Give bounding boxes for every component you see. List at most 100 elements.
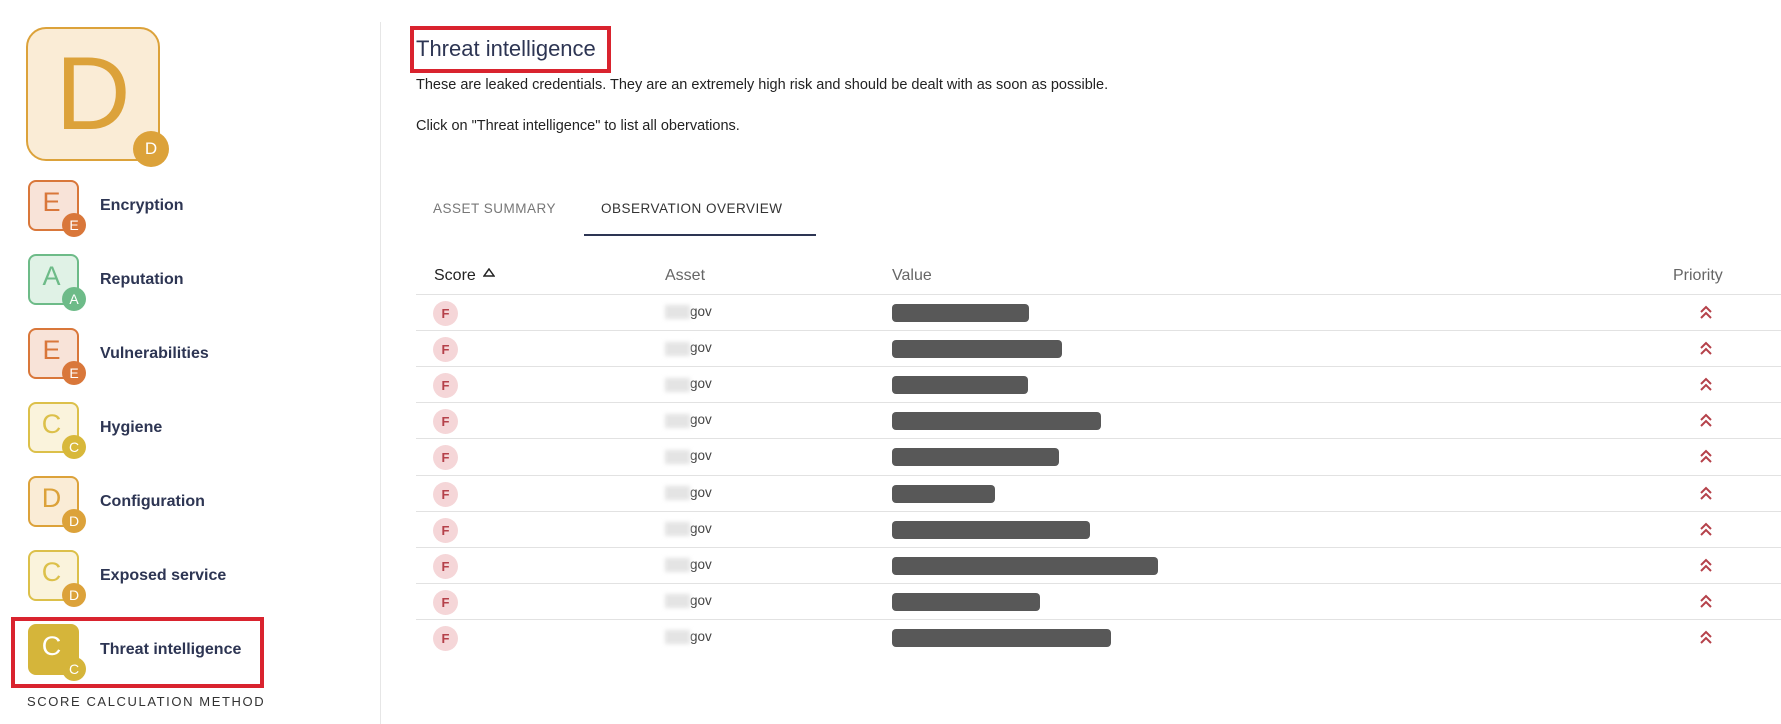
grade-letter: D	[41, 483, 62, 513]
table-row[interactable]: F gov	[416, 510, 1781, 547]
redacted-value	[892, 484, 995, 503]
asset-cell: gov	[665, 592, 712, 609]
redacted-asset-prefix	[665, 630, 690, 645]
score-badge: F	[433, 625, 458, 651]
priority-high-icon	[1700, 486, 1712, 500]
sidebar-item-label: Exposed service	[100, 567, 227, 584]
redacted-asset-prefix	[665, 522, 690, 537]
table-row[interactable]: F gov	[416, 474, 1781, 511]
asset-cell: gov	[665, 628, 712, 645]
asset-suffix: gov	[690, 412, 712, 428]
table-row[interactable]: F gov	[416, 582, 1781, 619]
asset-suffix: gov	[690, 556, 712, 572]
tab-observation-overview[interactable]: OBSERVATION OVERVIEW	[601, 201, 783, 216]
asset-suffix: gov	[690, 628, 712, 644]
redacted-asset-prefix	[665, 341, 690, 356]
redacted-value	[892, 412, 1101, 431]
asset-cell: gov	[665, 412, 712, 428]
column-header-priority[interactable]: Priority	[1673, 267, 1723, 285]
redacted-value	[892, 340, 1062, 359]
redacted-asset-prefix	[665, 305, 690, 320]
description: These are leaked credentials. They are a…	[416, 77, 1109, 93]
score-badge: F	[433, 481, 458, 507]
grade-badge: D	[62, 583, 86, 607]
column-header-asset[interactable]: Asset	[665, 267, 705, 285]
priority-high-icon	[1700, 305, 1712, 319]
score-header-label: Score	[434, 267, 476, 284]
divider	[380, 22, 381, 724]
sidebar-item-encryption[interactable]: E E Encryption	[28, 180, 278, 237]
score-badge: F	[433, 445, 458, 471]
sidebar-item-configuration[interactable]: D D Configuration	[28, 476, 278, 533]
table-row[interactable]: F gov	[416, 402, 1781, 438]
asset-cell: gov	[665, 304, 712, 320]
score-badge: F	[433, 301, 458, 326]
grade-letter: A	[42, 261, 61, 291]
table-row[interactable]: F gov	[416, 438, 1781, 474]
sidebar-item-vulnerabilities[interactable]: E E Vulnerabilities	[28, 328, 278, 385]
column-header-value[interactable]: Value	[892, 267, 932, 285]
grade-letter: C	[41, 557, 62, 587]
grade-badge: C	[62, 435, 86, 459]
tab-asset-summary[interactable]: ASSET SUMMARY	[433, 201, 556, 216]
table-row[interactable]: F gov	[416, 294, 1781, 330]
highlight-box-title	[410, 26, 611, 73]
redacted-asset-prefix	[665, 594, 690, 609]
redacted-value	[892, 304, 1029, 322]
redacted-asset-prefix	[665, 449, 690, 464]
sidebar-item-label: Configuration	[100, 493, 205, 510]
asset-cell: gov	[665, 340, 712, 356]
sidebar-item-label: Vulnerabilities	[100, 345, 209, 362]
table-row[interactable]: F gov	[416, 618, 1781, 655]
priority-high-icon	[1700, 558, 1712, 572]
asset-cell: gov	[665, 520, 712, 537]
asset-cell: gov	[665, 556, 712, 573]
asset-suffix: gov	[690, 592, 712, 608]
asset-cell: gov	[665, 376, 712, 392]
redacted-value	[892, 628, 1111, 647]
active-tab-indicator	[584, 234, 816, 236]
redacted-value	[892, 592, 1040, 611]
table-row[interactable]: F gov	[416, 546, 1781, 583]
asset-cell: gov	[665, 485, 712, 500]
table-row[interactable]: F gov	[416, 366, 1781, 402]
asset-suffix: gov	[690, 448, 712, 464]
sidebar-item-label: Hygiene	[100, 419, 163, 436]
overall-grade: D	[55, 36, 131, 152]
score-badge: F	[433, 589, 458, 615]
score-badge: F	[433, 373, 458, 399]
table-row[interactable]: F gov	[416, 330, 1781, 366]
priority-high-icon	[1700, 522, 1712, 536]
sidebar-item-reputation[interactable]: A A Reputation	[28, 254, 278, 311]
priority-high-icon	[1700, 594, 1712, 608]
grade-letter: E	[42, 335, 61, 365]
redacted-asset-prefix	[665, 377, 690, 392]
grade-badge: E	[62, 361, 86, 385]
redacted-value	[892, 376, 1028, 395]
hint-text: Click on "Threat intelligence" to list a…	[416, 118, 740, 134]
highlight-box-sidebar	[11, 617, 264, 688]
priority-high-icon	[1700, 630, 1712, 644]
priority-high-icon	[1700, 413, 1712, 428]
priority-high-icon	[1700, 341, 1712, 355]
column-header-score[interactable]: Score	[434, 267, 496, 285]
priority-high-icon	[1700, 377, 1712, 391]
asset-cell: gov	[665, 448, 712, 464]
redacted-value	[892, 556, 1158, 575]
grade-badge: E	[62, 213, 86, 237]
asset-suffix: gov	[690, 520, 712, 536]
redacted-asset-prefix	[665, 413, 690, 428]
priority-high-icon	[1700, 449, 1712, 464]
asset-suffix: gov	[690, 304, 712, 319]
sidebar-item-label: Reputation	[100, 271, 184, 288]
sidebar-item-exposed-service[interactable]: C D Exposed service	[28, 550, 278, 607]
sidebar-item-hygiene[interactable]: C C Hygiene	[28, 402, 278, 459]
asset-suffix: gov	[690, 340, 712, 356]
sidebar-item-label: Encryption	[100, 197, 184, 214]
score-badge: F	[433, 553, 458, 579]
asset-suffix: gov	[690, 484, 712, 500]
overall-grade-badge: D	[133, 131, 169, 167]
score-calculation-method-link[interactable]: SCORE CALCULATION METHOD	[27, 694, 265, 709]
grade-letter: E	[42, 187, 61, 217]
redacted-value	[892, 448, 1059, 467]
